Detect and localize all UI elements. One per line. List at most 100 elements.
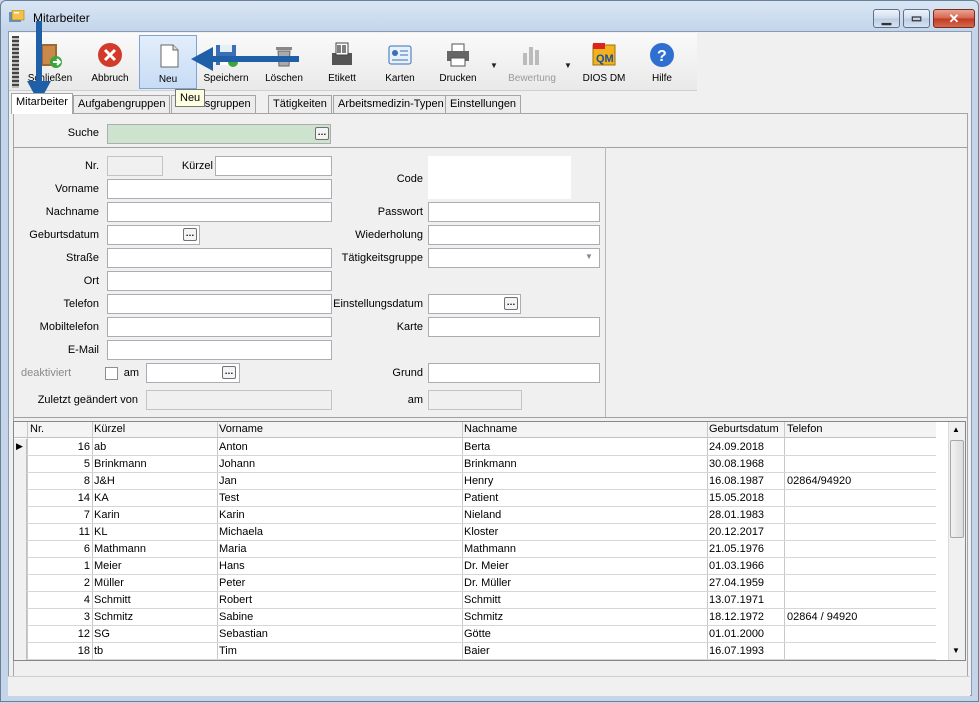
table-row[interactable]: 7 Karin Karin Nieland 28.01.1983 [14, 507, 936, 524]
nachname-field[interactable] [107, 202, 332, 222]
scrollbar-thumb[interactable] [950, 440, 964, 538]
cell-vorname: Maria [219, 543, 247, 555]
new-button[interactable]: Neu [139, 35, 197, 89]
cell-geburtsdatum: 16.08.1987 [709, 475, 765, 487]
kuerzel-field[interactable] [215, 156, 332, 176]
code-field[interactable] [428, 156, 571, 199]
row-header[interactable] [14, 558, 27, 575]
ort-field[interactable] [107, 271, 332, 291]
print-button[interactable]: Drucken [429, 35, 487, 89]
mobiltelefon-field[interactable] [107, 317, 332, 337]
row-header[interactable]: ▶ [14, 439, 27, 456]
title-bar[interactable]: Mitarbeiter ▁ ▭ ✕ [1, 1, 978, 31]
cell-nachname: Brinkmann [464, 458, 517, 470]
wiederholung-field[interactable] [428, 225, 600, 245]
row-header[interactable] [14, 473, 27, 490]
tab-mitarbeiter[interactable]: Mitarbeiter [11, 93, 73, 114]
table-row[interactable]: 4 Schmitt Robert Schmitt 13.07.1971 [14, 592, 936, 609]
telefon-field[interactable] [107, 294, 332, 314]
close-form-button[interactable]: Schließen [21, 35, 79, 89]
row-header[interactable] [14, 626, 27, 643]
maximize-button[interactable]: ▭ [903, 9, 930, 28]
row-header[interactable] [14, 490, 27, 507]
mobiltelefon-label: Mobiltelefon [39, 321, 99, 333]
tab-taetigkeiten[interactable]: Tätigkeiten [268, 95, 332, 113]
search-input[interactable] [107, 124, 331, 144]
tab-aufgabengruppen[interactable]: Aufgabengruppen [73, 95, 171, 113]
save-button[interactable]: Speichern [197, 35, 255, 89]
row-header[interactable] [14, 507, 27, 524]
search-lookup-button[interactable]: … [315, 127, 329, 140]
minimize-button[interactable]: ▁ [873, 9, 900, 28]
cell-kuerzel: Schmitt [94, 594, 131, 606]
taetigkeitsgruppe-label: Tätigkeitsgruppe [341, 252, 423, 264]
close-button[interactable]: ✕ [933, 9, 975, 28]
main-window: Mitarbeiter ▁ ▭ ✕ Schließen Abbruch Neu … [0, 0, 979, 702]
table-row[interactable]: 11 KL Michaela Kloster 20.12.2017 [14, 524, 936, 541]
scroll-up-icon[interactable]: ▲ [952, 425, 960, 434]
tab-arbeitsmedizin-typen[interactable]: Arbeitsmedizin-Typen [333, 95, 449, 113]
cell-geburtsdatum: 30.08.1968 [709, 458, 765, 470]
row-header[interactable] [14, 524, 27, 541]
scroll-down-icon[interactable]: ▼ [952, 646, 960, 655]
label-button[interactable]: Etikett [313, 35, 371, 89]
chevron-down-icon[interactable]: ▼ [585, 252, 593, 261]
cell-nr: 18 [77, 645, 90, 657]
row-header[interactable] [14, 643, 27, 660]
print-dropdown-arrow-icon[interactable]: ▼ [490, 61, 498, 70]
row-header[interactable] [14, 609, 27, 626]
employee-grid[interactable]: Nr. Kürzel Vorname Nachname Geburtsdatum… [13, 421, 966, 661]
passwort-field[interactable] [428, 202, 600, 222]
help-button[interactable]: ? Hilfe [633, 35, 691, 89]
row-header[interactable] [14, 456, 27, 473]
cards-button[interactable]: Karten [371, 35, 429, 89]
col-nr[interactable]: Nr. [30, 423, 44, 435]
einstellungsdatum-picker-button[interactable]: … [504, 297, 518, 310]
table-row[interactable]: 18 tb Tim Baier 16.07.1993 [14, 643, 936, 660]
col-vorname[interactable]: Vorname [219, 423, 263, 435]
current-row-indicator-icon: ▶ [16, 441, 23, 451]
table-row[interactable]: 8 J&H Jan Henry 16.08.1987 02864/94920 [14, 473, 936, 490]
col-geburtsdatum[interactable]: Geburtsdatum [709, 423, 779, 435]
row-header[interactable] [14, 592, 27, 609]
rating-dropdown-arrow-icon[interactable]: ▼ [564, 61, 572, 70]
taetigkeitsgruppe-select[interactable] [428, 248, 600, 268]
delete-button[interactable]: Löschen [255, 35, 313, 89]
table-row[interactable]: ▶ 16 ab Anton Berta 24.09.2018 [14, 439, 936, 456]
deaktiviert-am-picker-button[interactable]: … [222, 366, 236, 379]
cell-kuerzel: tb [94, 645, 104, 657]
karte-field[interactable] [428, 317, 600, 337]
tab-einstellungen[interactable]: Einstellungen [445, 95, 522, 113]
table-row[interactable]: 2 Müller Peter Dr. Müller 27.04.1959 [14, 575, 936, 592]
col-nachname[interactable]: Nachname [464, 423, 517, 435]
geburtsdatum-picker-button[interactable]: … [183, 228, 197, 241]
cell-nr: 11 [78, 526, 90, 538]
col-kuerzel[interactable]: Kürzel [94, 423, 125, 435]
cell-vorname: Anton [219, 441, 248, 453]
table-row[interactable]: 6 Mathmann Maria Mathmann 21.05.1976 [14, 541, 936, 558]
row-header[interactable] [14, 575, 27, 592]
cell-geburtsdatum: 20.12.2017 [709, 526, 765, 538]
col-telefon[interactable]: Telefon [787, 423, 822, 435]
table-row[interactable]: 12 SG Sebastian Götte 01.01.2000 [14, 626, 936, 643]
search-label: Suche [67, 127, 99, 139]
grund-field[interactable] [428, 363, 600, 383]
dios-dm-button[interactable]: QM DIOS DM [575, 35, 633, 89]
cell-geburtsdatum: 18.12.1972 [709, 611, 765, 623]
cancel-button[interactable]: Abbruch [81, 35, 139, 89]
grid-vertical-scrollbar[interactable]: ▲ ▼ [948, 422, 965, 660]
email-field[interactable] [107, 340, 332, 360]
dios-dm-label: DIOS DM [582, 73, 626, 84]
vorname-field[interactable] [107, 179, 332, 199]
table-row[interactable]: 5 Brinkmann Johann Brinkmann 30.08.1968 [14, 456, 936, 473]
toolbar-grip[interactable] [12, 36, 19, 88]
table-row[interactable]: 3 Schmitz Sabine Schmitz 18.12.1972 02864 / 9… [14, 609, 936, 626]
zuletzt-label: Zuletzt geändert von [37, 394, 138, 406]
row-header[interactable] [14, 541, 27, 558]
table-row[interactable]: 1 Meier Hans Dr. Meier 01.03.1966 [14, 558, 936, 575]
cell-nachname: Patient [464, 492, 499, 504]
strasse-field[interactable] [107, 248, 332, 268]
table-row[interactable]: 14 KA Test Patient 15.05.2018 [14, 490, 936, 507]
deaktiviert-checkbox[interactable] [105, 367, 118, 380]
cell-geburtsdatum: 16.07.1993 [709, 645, 765, 657]
